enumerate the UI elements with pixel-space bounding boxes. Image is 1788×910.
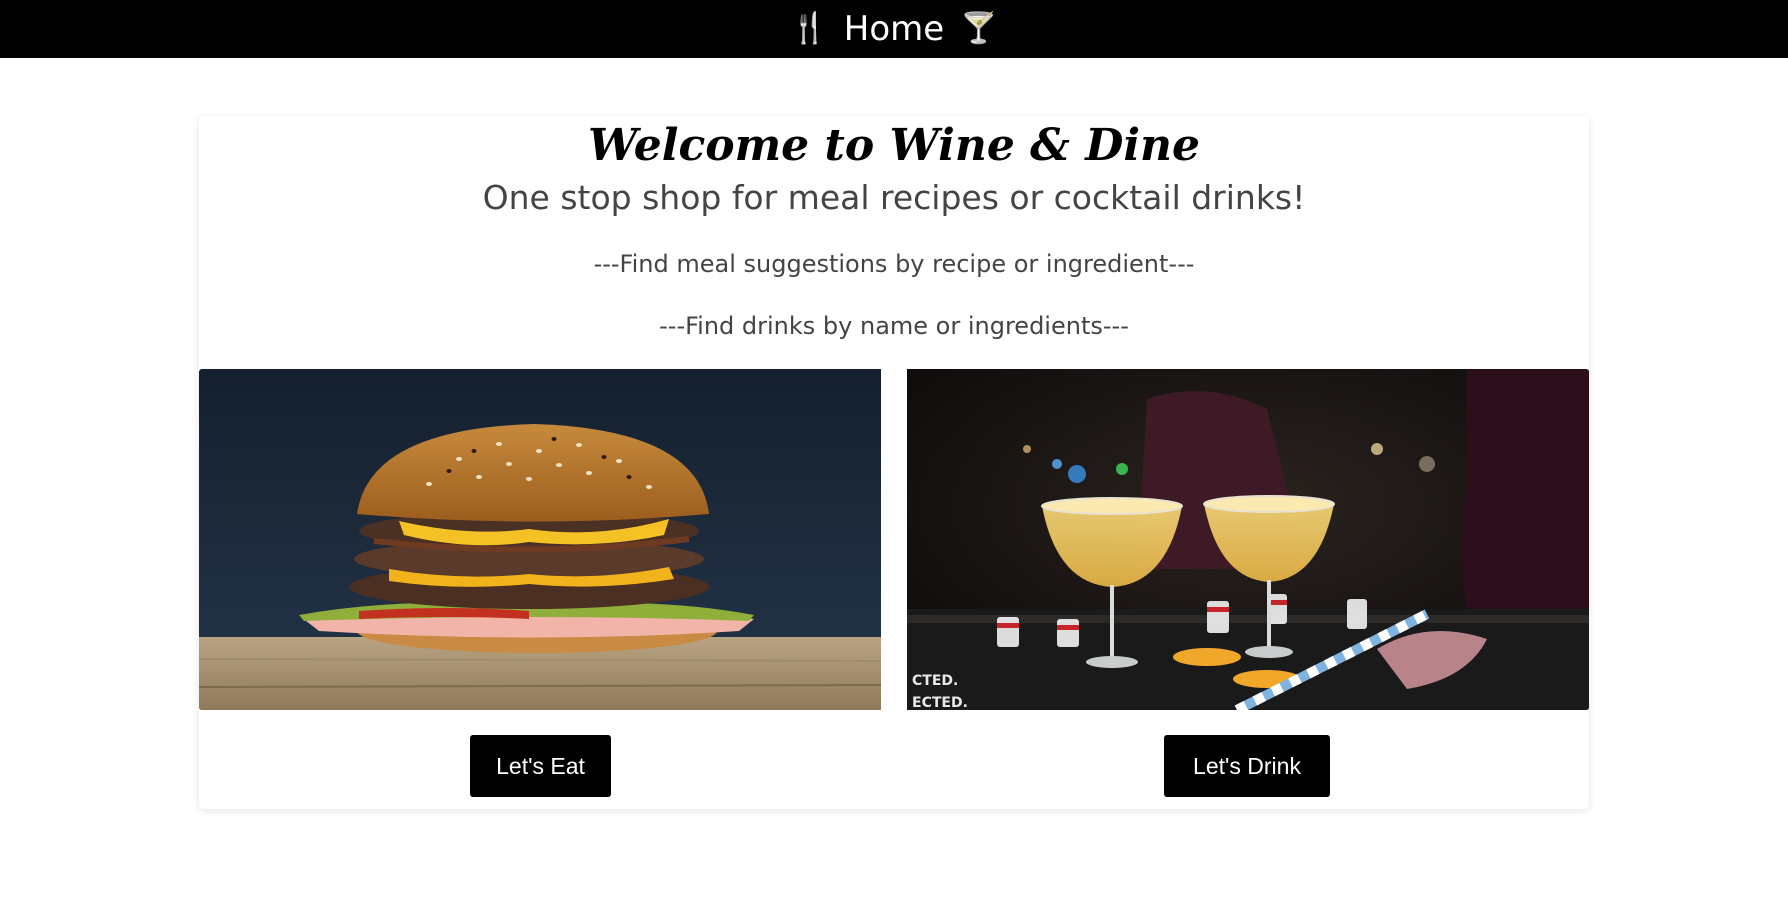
welcome-card: Welcome to Wine & Dine One stop shop for…	[199, 116, 1589, 809]
meal-suggestion-text: ---Find meal suggestions by recipe or in…	[593, 250, 1195, 278]
cocktails-image: CTED. ECTED.	[907, 369, 1589, 710]
cocktail-glass-icon: 🍸	[960, 11, 998, 46]
drink-suggestion-text: ---Find drinks by name or ingredients---	[659, 312, 1129, 340]
lets-eat-button[interactable]: Let's Eat	[470, 735, 611, 797]
burger-image	[199, 369, 881, 710]
page-title: Welcome to Wine & Dine	[587, 120, 1201, 171]
top-nav-bar: 🍴 Home 🍸	[0, 0, 1788, 58]
svg-text:CTED.: CTED.	[912, 673, 958, 689]
lets-drink-button[interactable]: Let's Drink	[1164, 735, 1330, 797]
home-link[interactable]: Home	[844, 12, 944, 46]
svg-text:ECTED.: ECTED.	[912, 695, 968, 710]
fork-and-knife-icon: 🍴	[790, 11, 828, 46]
tagline: One stop shop for meal recipes or cockta…	[482, 178, 1306, 217]
